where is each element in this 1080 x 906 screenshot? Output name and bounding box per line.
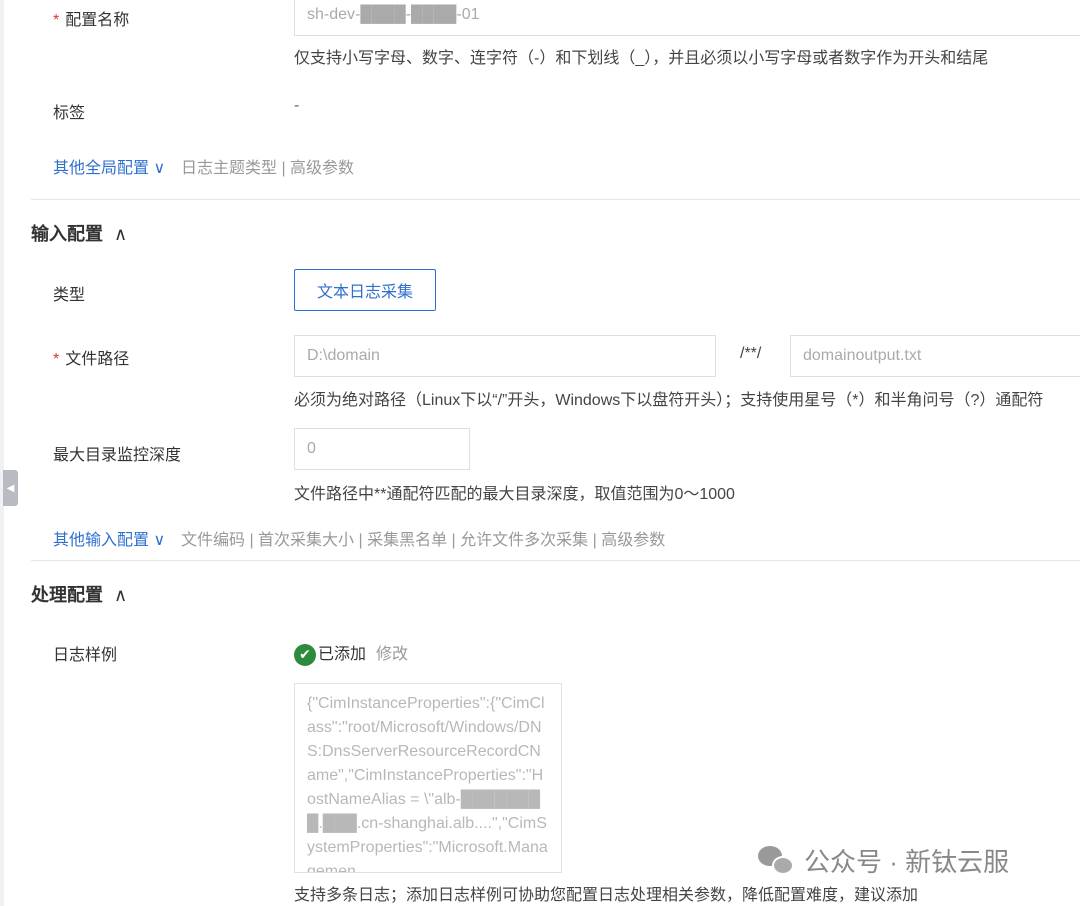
status-text: 已添加	[318, 646, 367, 663]
edit-link[interactable]: 修改	[376, 646, 408, 663]
link-text: 其他输入配置	[53, 532, 150, 549]
other-input-items: 文件编码 | 首次采集大小 | 采集黑名单 | 允许文件多次采集 | 高级参数	[181, 532, 666, 549]
log-sample-hint: 支持多条日志；添加日志样例可协助您配置日志处理相关参数，降低配置难度，建议添加	[294, 887, 919, 904]
divider	[31, 199, 1080, 200]
input-value: 0	[307, 440, 316, 457]
config-name-label: * 配置名称	[53, 12, 130, 29]
input-value: sh-dev-████-████-01	[307, 6, 480, 23]
file-path-dir-input[interactable]: D:\domain	[294, 335, 716, 377]
label-text: 配置名称	[65, 12, 130, 29]
link-text: 其他全局配置	[53, 160, 150, 177]
type-label: 类型	[53, 287, 86, 304]
input-value: domainoutput.txt	[803, 347, 922, 364]
chevron-down-icon: ∨	[153, 160, 166, 177]
log-sample-label: 日志样例	[53, 647, 118, 664]
divider	[31, 560, 1080, 561]
chevron-up-icon: ∧	[114, 224, 128, 244]
log-sample-status: ✔ 已添加 修改	[294, 640, 408, 666]
log-sample-textarea[interactable]: {"CimInstanceProperties":{"CimClass":"ro…	[294, 683, 562, 873]
other-global-items: 日志主题类型 | 高级参数	[181, 160, 355, 177]
max-depth-hint: 文件路径中**通配符匹配的最大目录深度，取值范围为0～1000	[294, 486, 735, 503]
chevron-down-icon: ∨	[153, 532, 166, 549]
process-config-heading[interactable]: 处理配置 ∧	[31, 581, 127, 607]
label-text: 文件路径	[65, 351, 130, 368]
heading-text: 输入配置	[31, 224, 103, 244]
path-separator: /**/	[740, 345, 762, 362]
file-path-hint: 必须为绝对路径（Linux下以“/”开头，Windows下以盘符开头）；支持使用…	[294, 392, 1044, 409]
max-depth-input[interactable]: 0	[294, 428, 470, 470]
left-sidebar-edge	[0, 0, 4, 906]
file-name-input[interactable]: domainoutput.txt	[790, 335, 1080, 377]
input-value: D:\domain	[307, 347, 380, 364]
tag-label: 标签	[53, 105, 86, 122]
watermark: 公众号 · 新钛云服	[758, 842, 1009, 879]
config-name-input[interactable]: sh-dev-████-████-01	[294, 0, 1080, 36]
file-path-label: * 文件路径	[53, 351, 130, 368]
input-config-heading[interactable]: 输入配置 ∧	[31, 220, 127, 246]
chevron-up-icon: ∧	[114, 585, 128, 605]
watermark-text: 公众号 · 新钛云服	[804, 847, 1010, 877]
wechat-icon	[758, 844, 796, 878]
text-log-collection-button[interactable]: 文本日志采集	[294, 269, 436, 311]
check-circle-icon: ✔	[294, 643, 316, 666]
collapse-handle[interactable]: ◀	[3, 470, 18, 506]
caret-left-icon: ◀	[6, 482, 15, 494]
heading-text: 处理配置	[31, 585, 103, 605]
other-global-config-toggle[interactable]: 其他全局配置 ∨	[53, 154, 165, 178]
tag-value: -	[294, 97, 300, 114]
other-input-config-toggle[interactable]: 其他输入配置 ∨	[53, 526, 165, 550]
max-depth-label: 最大目录监控深度	[53, 447, 182, 464]
config-name-hint: 仅支持小写字母、数字、连字符（-）和下划线（_），并且必须以小写字母或者数字作为…	[294, 50, 989, 67]
